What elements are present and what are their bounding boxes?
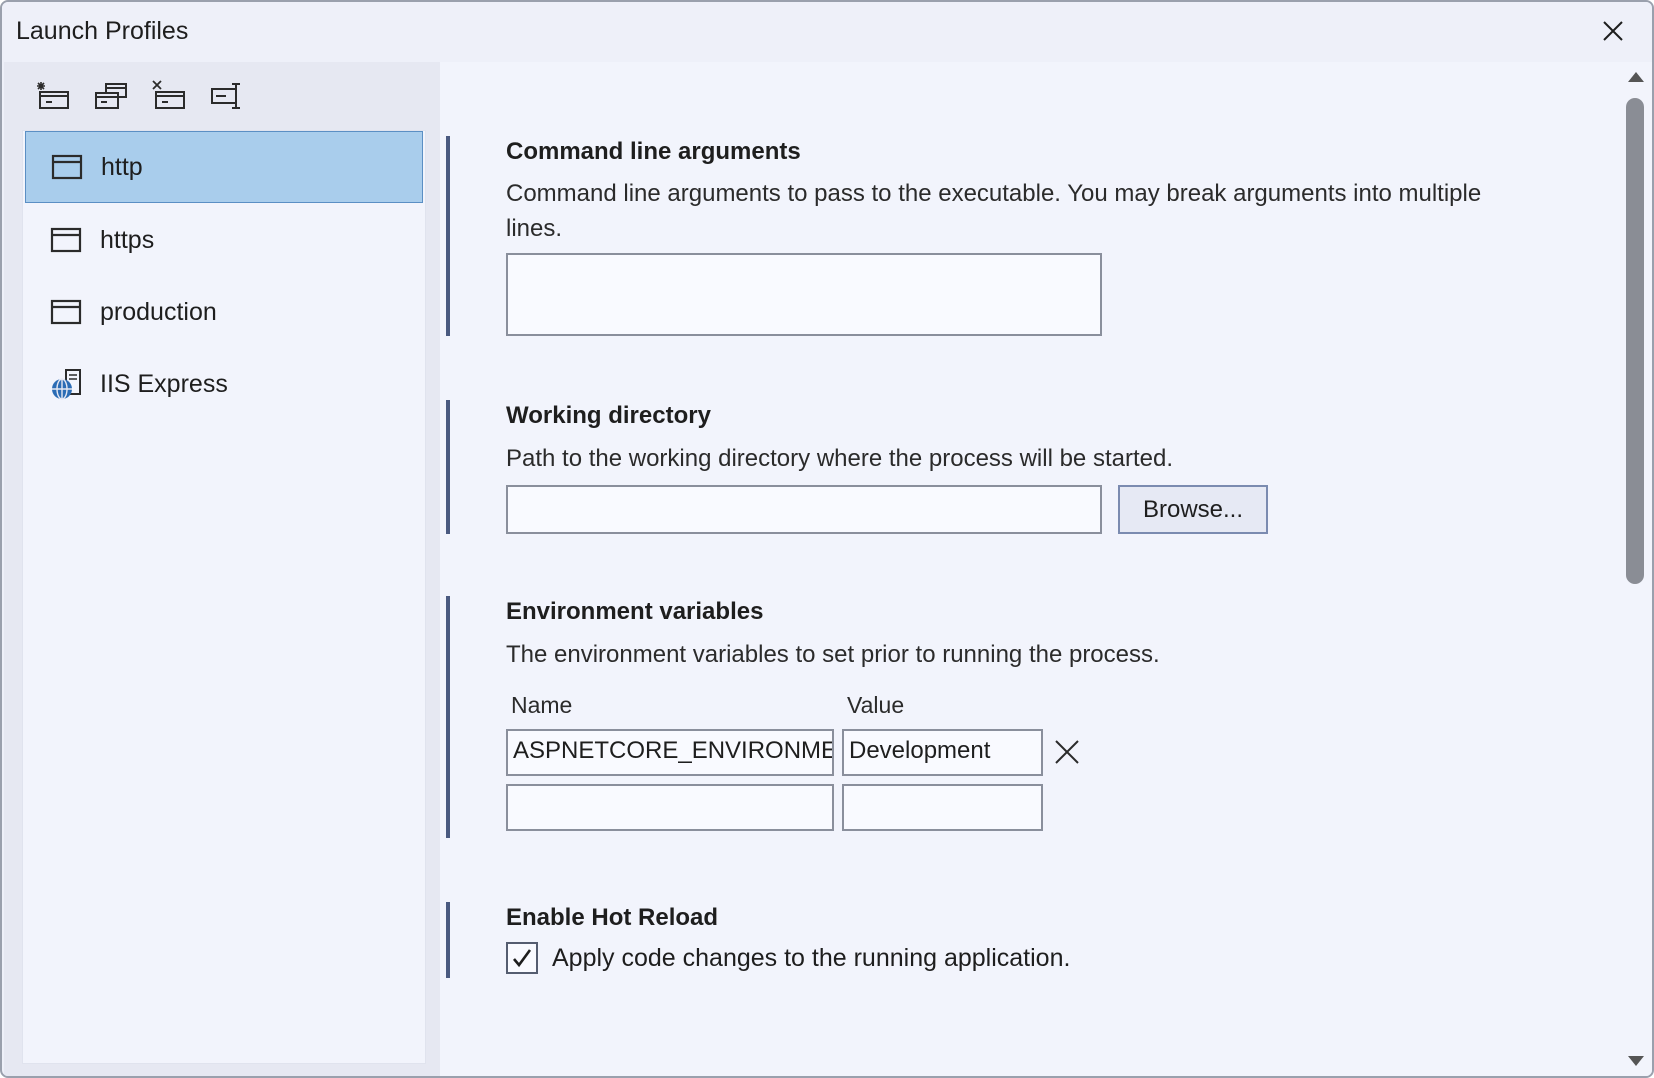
profile-item-http[interactable]: http xyxy=(25,131,423,203)
env-name-header: Name xyxy=(511,692,573,718)
env-title: Environment variables xyxy=(506,598,764,625)
hotreload-title: Enable Hot Reload xyxy=(506,904,719,931)
vertical-scrollbar[interactable] xyxy=(1618,62,1652,1076)
window-icon xyxy=(50,225,86,255)
window-icon xyxy=(50,297,86,327)
env-name-input-new[interactable] xyxy=(506,784,834,831)
delete-profile-button[interactable] xyxy=(148,76,190,116)
env-description: The environment variables to set prior t… xyxy=(506,641,1160,668)
env-value-header: Value xyxy=(847,692,905,718)
env-value-input[interactable]: Development xyxy=(842,729,1043,776)
launch-profiles-dialog: Launch Profiles http https production II… xyxy=(0,0,1654,1078)
iis-globe-icon xyxy=(50,369,86,400)
profile-item-https[interactable]: https xyxy=(25,204,423,276)
profile-item-iis-express[interactable]: IIS Express xyxy=(25,348,423,420)
section-indicator xyxy=(446,136,450,336)
close-icon xyxy=(1055,740,1079,764)
profile-settings-pane: Command line arguments Command line argu… xyxy=(440,62,1618,1076)
duplicate-profile-button[interactable] xyxy=(90,76,132,116)
dialog-title: Launch Profiles xyxy=(16,17,189,45)
checkmark-icon xyxy=(513,949,532,968)
rename-profile-button[interactable] xyxy=(206,76,248,116)
arrow-down-icon xyxy=(1628,1056,1644,1066)
workdir-input[interactable] xyxy=(506,485,1102,534)
remove-variable-button[interactable] xyxy=(1052,737,1082,767)
rename-profile-icon xyxy=(211,83,240,109)
env-name-input[interactable]: ASPNETCORE_ENVIRONMENT xyxy=(506,729,834,776)
new-profile-icon xyxy=(37,82,69,109)
scroll-up-button[interactable] xyxy=(1624,66,1648,88)
hotreload-checkbox-label: Apply code changes to the running applic… xyxy=(552,944,1071,972)
section-indicator xyxy=(446,596,450,838)
browse-button[interactable]: Browse... xyxy=(1118,485,1268,534)
hotreload-checkbox[interactable] xyxy=(506,942,538,974)
profiles-toolbar xyxy=(32,76,248,116)
workdir-title: Working directory xyxy=(506,402,711,429)
window-icon xyxy=(51,152,87,182)
section-indicator xyxy=(446,902,450,978)
close-button[interactable] xyxy=(1596,14,1630,48)
env-value-input-new[interactable] xyxy=(842,784,1043,831)
title-bar: Launch Profiles xyxy=(2,2,1652,62)
duplicate-profile-icon xyxy=(95,83,127,109)
section-indicator xyxy=(446,400,450,534)
workdir-description: Path to the working directory where the … xyxy=(506,445,1173,472)
arrow-up-icon xyxy=(1628,72,1644,82)
delete-profile-icon xyxy=(152,80,185,109)
profile-label: https xyxy=(100,225,155,254)
cmdline-title: Command line arguments xyxy=(506,138,801,165)
profile-label: IIS Express xyxy=(100,369,228,398)
scroll-thumb[interactable] xyxy=(1626,98,1644,584)
cmdline-description: Command line arguments to pass to the ex… xyxy=(506,180,1482,242)
cmdline-args-input[interactable] xyxy=(506,253,1102,336)
close-icon xyxy=(1603,21,1623,41)
profile-label: http xyxy=(101,152,143,181)
profile-list: http https production IIS Express xyxy=(22,130,426,1064)
new-profile-button[interactable] xyxy=(32,76,74,116)
profiles-pane: http https production IIS Express xyxy=(4,62,440,1076)
profile-label: production xyxy=(100,297,217,326)
profile-item-production[interactable]: production xyxy=(25,276,423,348)
scroll-down-button[interactable] xyxy=(1624,1050,1648,1072)
